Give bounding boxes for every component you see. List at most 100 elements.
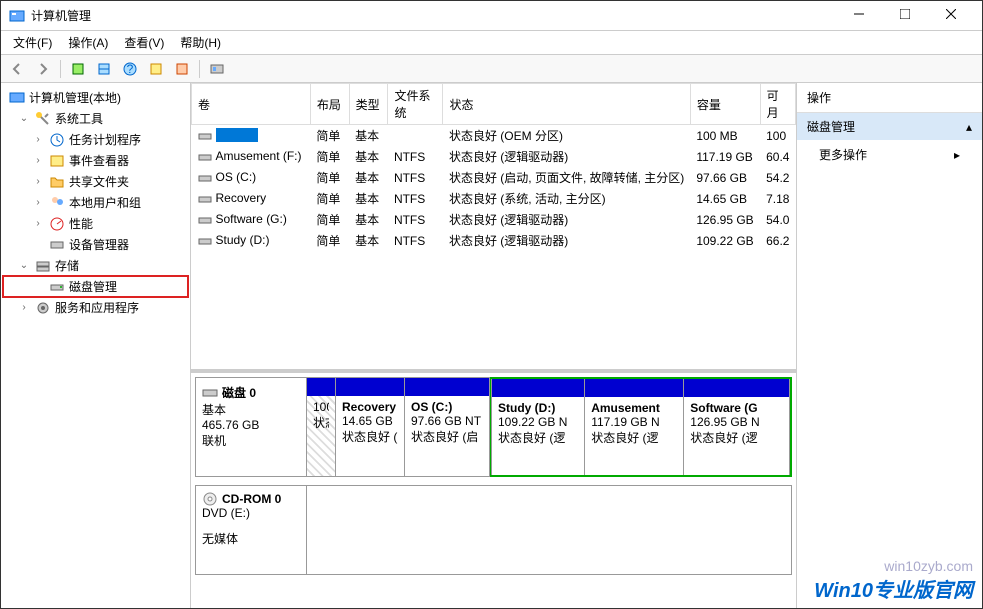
tree-task-scheduler[interactable]: › 任务计划程序	[3, 129, 188, 150]
cdrom-empty[interactable]	[306, 485, 792, 575]
clock-icon	[49, 132, 65, 148]
disk-info[interactable]: 磁盘 0 基本 465.76 GB 联机	[195, 377, 307, 477]
table-row[interactable]: 简单基本状态良好 (OEM 分区)100 MB100	[192, 125, 796, 147]
expand-icon[interactable]: ›	[31, 197, 45, 208]
table-header-row: 卷 布局 类型 文件系统 状态 容量 可月	[192, 84, 796, 125]
menu-view[interactable]: 查看(V)	[116, 32, 172, 53]
tool-btn-4[interactable]	[170, 58, 194, 80]
menu-help[interactable]: 帮助(H)	[172, 32, 229, 53]
tree-shared-folders[interactable]: › 共享文件夹	[3, 171, 188, 192]
col-layout[interactable]: 布局	[310, 84, 349, 125]
minimize-button[interactable]	[836, 0, 882, 29]
toolbar: ?	[1, 55, 982, 83]
disk-type: 基本	[202, 401, 300, 418]
actions-more-label: 更多操作	[819, 146, 867, 163]
cdrom-status: 无媒体	[202, 530, 300, 547]
tree-root[interactable]: 计算机管理(本地)	[3, 87, 188, 108]
expand-icon[interactable]: ›	[17, 302, 31, 313]
actions-panel: 操作 磁盘管理 ▴ 更多操作 ▸	[797, 83, 982, 608]
table-row[interactable]: OS (C:)简单基本NTFS状态良好 (启动, 页面文件, 故障转储, 主分区…	[192, 167, 796, 188]
menu-file[interactable]: 文件(F)	[5, 32, 60, 53]
cdrom-info[interactable]: CD-ROM 0 DVD (E:) 无媒体	[195, 485, 307, 575]
watermark: win10zyb.com Win10专业版官网	[814, 558, 973, 603]
tree-label: 性能	[69, 215, 93, 232]
col-status[interactable]: 状态	[443, 84, 690, 125]
table-row[interactable]: Software (G:)简单基本NTFS状态良好 (逻辑驱动器)126.95 …	[192, 209, 796, 230]
app-icon	[9, 8, 25, 24]
watermark-url: win10zyb.com	[814, 558, 973, 574]
tool-btn-5[interactable]	[205, 58, 229, 80]
event-icon	[49, 153, 65, 169]
disk-row-0: 磁盘 0 基本 465.76 GB 联机 100 状态良好 ( Recovery	[195, 377, 792, 477]
col-volume[interactable]: 卷	[192, 84, 311, 125]
menubar: 文件(F) 操作(A) 查看(V) 帮助(H)	[1, 31, 982, 55]
collapse-icon[interactable]: ⌄	[17, 260, 31, 271]
tool-btn-3[interactable]	[144, 58, 168, 80]
tools-icon	[35, 111, 51, 127]
cdrom-title: CD-ROM 0	[222, 492, 281, 506]
users-icon	[49, 195, 65, 211]
table-row[interactable]: Study (D:)简单基本NTFS状态良好 (逻辑驱动器)109.22 GB6…	[192, 230, 796, 251]
watermark-brand: Win10专业版官网	[814, 574, 973, 603]
tool-btn-1[interactable]	[66, 58, 90, 80]
actions-header: 操作	[797, 83, 982, 113]
tree-system-tools[interactable]: ⌄ 系统工具	[3, 108, 188, 129]
menu-action[interactable]: 操作(A)	[60, 32, 116, 53]
expand-icon[interactable]: ›	[31, 218, 45, 229]
tree-device-manager[interactable]: 设备管理器	[3, 234, 188, 255]
expand-icon[interactable]: ›	[31, 176, 45, 187]
partition-recovery[interactable]: Recovery 14.65 GB 状态良好 (系	[335, 377, 405, 477]
partition-amusement[interactable]: Amusement 117.19 GB N 状态良好 (逻	[584, 379, 684, 475]
collapse-icon[interactable]: ⌄	[17, 113, 31, 124]
perf-icon	[49, 216, 65, 232]
tree-label: 磁盘管理	[69, 278, 117, 295]
disk-row-cdrom: CD-ROM 0 DVD (E:) 无媒体	[195, 485, 792, 575]
tree-panel[interactable]: 计算机管理(本地) ⌄ 系统工具 › 任务计划程序 › 事件查看器 › 共享文件…	[1, 83, 191, 608]
table-row[interactable]: Recovery简单基本NTFS状态良好 (系统, 活动, 主分区)14.65 …	[192, 188, 796, 209]
expand-icon[interactable]: ›	[31, 155, 45, 166]
tree-label: 事件查看器	[69, 152, 129, 169]
partition-software[interactable]: Software (G 126.95 GB N 状态良好 (逻	[683, 379, 790, 475]
tree-disk-management[interactable]: 磁盘管理	[3, 276, 188, 297]
forward-button[interactable]	[31, 58, 55, 80]
expand-icon[interactable]: ›	[31, 134, 45, 145]
tool-help-icon[interactable]: ?	[118, 58, 142, 80]
actions-context[interactable]: 磁盘管理 ▴	[797, 113, 982, 140]
disk-layout[interactable]: 磁盘 0 基本 465.76 GB 联机 100 状态良好 ( Recovery	[191, 373, 796, 608]
back-button[interactable]	[5, 58, 29, 80]
partition-oem[interactable]: 100 状态良好 (	[306, 377, 336, 477]
main-area: 计算机管理(本地) ⌄ 系统工具 › 任务计划程序 › 事件查看器 › 共享文件…	[1, 83, 982, 608]
partition-study[interactable]: Study (D:) 109.22 GB N 状态良好 (逻	[491, 379, 585, 475]
services-icon	[35, 300, 51, 316]
actions-context-label: 磁盘管理	[807, 118, 855, 135]
titlebar: 计算机管理	[1, 1, 982, 31]
tree-label: 存储	[55, 257, 79, 274]
tool-btn-2[interactable]	[92, 58, 116, 80]
tree-storage[interactable]: ⌄ 存储	[3, 255, 188, 276]
volume-table[interactable]: 卷 布局 类型 文件系统 状态 容量 可月 简单基本状态良好 (OEM 分区)1…	[191, 83, 796, 373]
tree-local-users[interactable]: › 本地用户和组	[3, 192, 188, 213]
tree-label: 设备管理器	[69, 236, 129, 253]
tree-label: 服务和应用程序	[55, 299, 139, 316]
col-type[interactable]: 类型	[349, 84, 388, 125]
table-row[interactable]: Amusement (F:)简单基本NTFS状态良好 (逻辑驱动器)117.19…	[192, 146, 796, 167]
disk-status: 联机	[202, 432, 300, 449]
center-panel: 卷 布局 类型 文件系统 状态 容量 可月 简单基本状态良好 (OEM 分区)1…	[191, 83, 797, 608]
tree-root-label: 计算机管理(本地)	[29, 89, 121, 106]
col-fs[interactable]: 文件系统	[388, 84, 443, 125]
partition-os[interactable]: OS (C:) 97.66 GB NT 状态良好 (启	[404, 377, 490, 477]
tree-services-apps[interactable]: › 服务和应用程序	[3, 297, 188, 318]
actions-more[interactable]: 更多操作 ▸	[797, 140, 982, 169]
col-capacity[interactable]: 容量	[690, 84, 760, 125]
close-button[interactable]	[928, 0, 974, 29]
tree-label: 系统工具	[55, 110, 103, 127]
disk-icon	[49, 279, 65, 295]
col-free[interactable]: 可月	[760, 84, 795, 125]
tree-label: 本地用户和组	[69, 194, 141, 211]
tree-event-viewer[interactable]: › 事件查看器	[3, 150, 188, 171]
tree-performance[interactable]: › 性能	[3, 213, 188, 234]
disk-title: 磁盘 0	[222, 384, 256, 401]
maximize-button[interactable]	[882, 0, 928, 29]
window-title: 计算机管理	[31, 7, 836, 24]
window-controls	[836, 3, 974, 29]
